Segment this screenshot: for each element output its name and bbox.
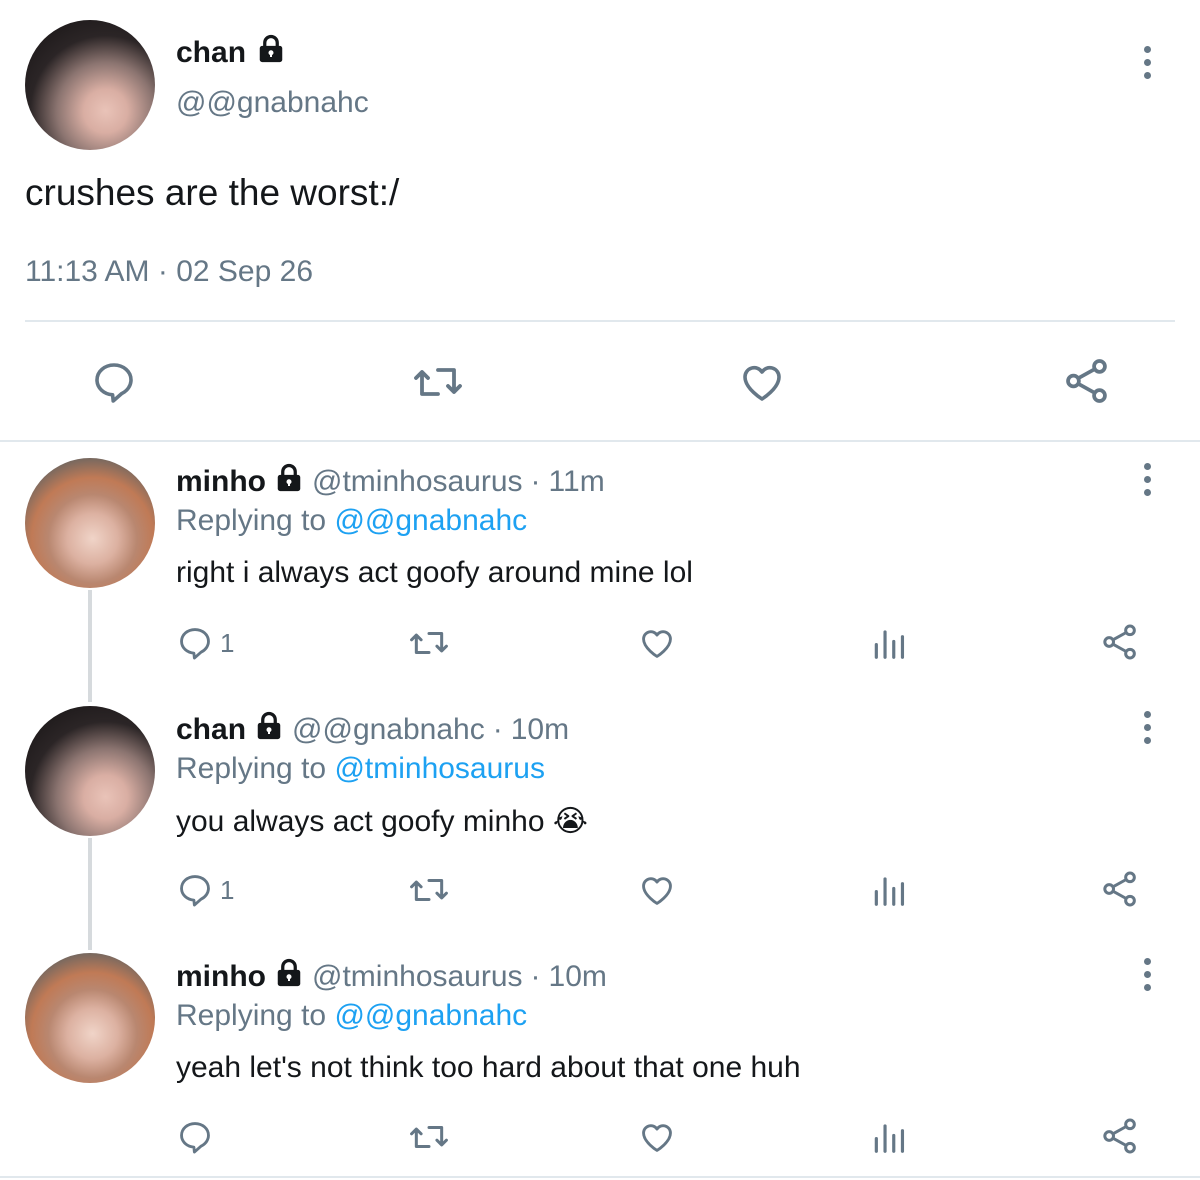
divider	[0, 1176, 1200, 1178]
replying-to-handle[interactable]: @@gnabnahc	[334, 504, 527, 537]
replying-to-handle[interactable]: @@gnabnahc	[334, 999, 527, 1032]
retweet-icon[interactable]	[408, 624, 450, 662]
tweet-text: crushes are the worst:/	[25, 172, 400, 213]
reply-header: chan @@gnabnahc · 10m	[176, 711, 569, 749]
heart-icon[interactable]	[738, 358, 786, 406]
replying-to-label: Replying to	[176, 504, 327, 537]
lock-icon	[256, 34, 286, 72]
retweet-icon[interactable]	[408, 1118, 450, 1156]
replying-to-label: Replying to	[176, 999, 327, 1032]
reply-age: 10m	[548, 960, 607, 993]
author-handle[interactable]: @@gnabnahc	[176, 86, 369, 120]
retweet-icon[interactable]	[408, 871, 450, 909]
reply-age: 10m	[510, 713, 570, 746]
author-display-name[interactable]: minho	[176, 960, 266, 994]
replying-to-handle[interactable]: @tminhosaurus	[334, 752, 545, 785]
share-icon[interactable]	[1062, 356, 1112, 406]
separator: ·	[492, 713, 503, 746]
crying-face-emoji: 😭	[552, 805, 588, 838]
tweet-time: 11:13 AM	[25, 255, 150, 288]
divider	[25, 320, 1175, 322]
lock-icon	[274, 463, 304, 501]
lock-icon	[254, 711, 284, 749]
reply-text: you always act goofy minho	[176, 805, 545, 838]
author-name-row: chan	[176, 34, 286, 72]
reply-count: 1	[220, 874, 235, 905]
retweet-icon[interactable]	[412, 358, 464, 406]
reply-button[interactable]: 1	[176, 624, 234, 662]
comment-icon	[176, 624, 214, 662]
separator: ·	[530, 465, 541, 498]
heart-icon[interactable]	[638, 624, 676, 662]
more-vertical-icon[interactable]	[1127, 459, 1167, 499]
more-vertical-icon[interactable]	[1127, 707, 1167, 747]
reply-age: 11m	[548, 465, 605, 498]
avatar[interactable]	[25, 953, 155, 1083]
tweet-date: 02 Sep 26	[176, 255, 314, 288]
reply-text: right i always act goofy around mine lol	[176, 556, 693, 589]
reply-button[interactable]: 1	[176, 871, 234, 909]
thread-line	[88, 838, 92, 950]
divider	[0, 440, 1200, 442]
share-icon[interactable]	[1100, 1116, 1140, 1156]
author-handle[interactable]: @@gnabnahc	[292, 713, 485, 747]
share-icon[interactable]	[1100, 869, 1140, 909]
separator: ·	[530, 960, 541, 993]
heart-icon[interactable]	[638, 1118, 676, 1156]
separator: ·	[157, 255, 168, 288]
analytics-icon[interactable]	[870, 1118, 908, 1156]
avatar[interactable]	[25, 706, 155, 836]
comment-icon	[176, 871, 214, 909]
share-icon[interactable]	[1100, 622, 1140, 662]
reply-text-row: you always act goofy minho 😭	[176, 804, 588, 839]
reply-header: minho @tminhosaurus · 11m	[176, 463, 605, 501]
comment-icon[interactable]	[176, 1118, 214, 1156]
more-vertical-icon[interactable]	[1127, 954, 1167, 994]
author-display-name[interactable]: chan	[176, 36, 246, 70]
reply-header: minho @tminhosaurus · 10m	[176, 958, 607, 996]
reply-count: 1	[220, 627, 235, 658]
author-handle[interactable]: @tminhosaurus	[312, 465, 523, 499]
author-display-name[interactable]: chan	[176, 713, 246, 747]
replying-to-label: Replying to	[176, 752, 327, 785]
analytics-icon[interactable]	[870, 624, 908, 662]
reply-text: yeah let's not think too hard about that…	[176, 1051, 801, 1084]
author-display-name[interactable]: minho	[176, 465, 266, 499]
avatar[interactable]	[25, 20, 155, 150]
replying-to: Replying to @tminhosaurus	[176, 752, 545, 786]
author-handle[interactable]: @tminhosaurus	[312, 960, 523, 994]
avatar[interactable]	[25, 458, 155, 588]
heart-icon[interactable]	[638, 871, 676, 909]
analytics-icon[interactable]	[870, 871, 908, 909]
replying-to: Replying to @@gnabnahc	[176, 504, 527, 538]
comment-icon[interactable]	[90, 358, 138, 406]
replying-to: Replying to @@gnabnahc	[176, 999, 527, 1033]
lock-icon	[274, 958, 304, 996]
thread-line	[88, 590, 92, 702]
more-vertical-icon[interactable]	[1127, 42, 1167, 82]
tweet-timestamp[interactable]: 11:13 AM · 02 Sep 26	[25, 255, 313, 289]
